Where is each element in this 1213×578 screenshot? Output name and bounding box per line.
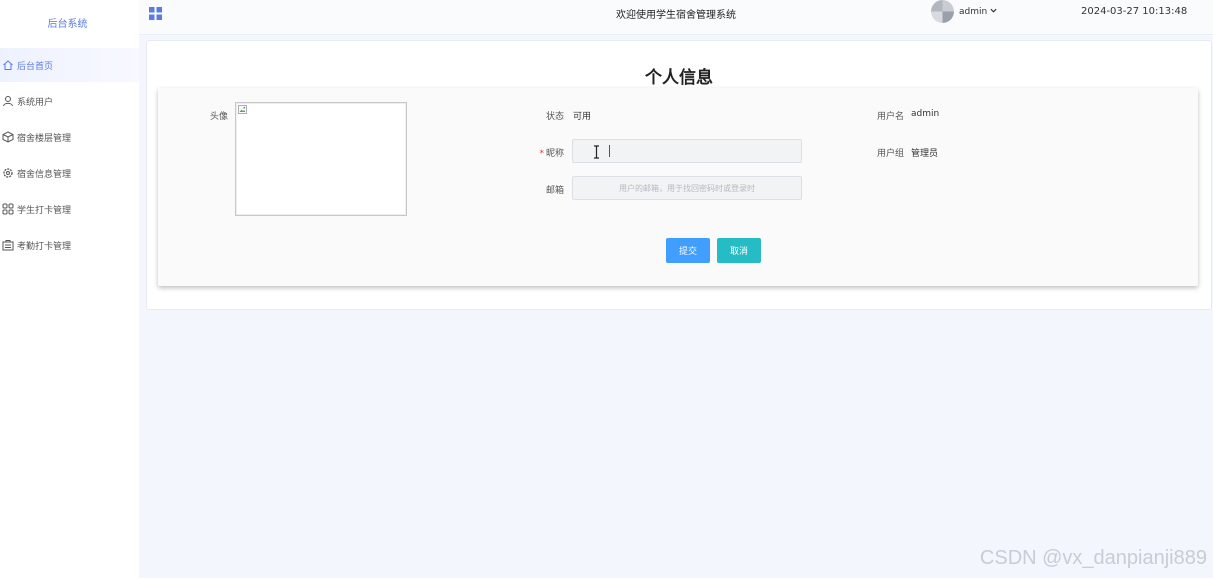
usergroup-label: 用户组 xyxy=(876,149,904,159)
usergroup-value: 管理员 xyxy=(911,149,939,159)
required-mark: * xyxy=(539,149,544,159)
avatar-upload[interactable] xyxy=(235,102,407,216)
sidebar-item-label: 宿舍信息管理 xyxy=(17,169,72,180)
sidebar-item-label: 后台首页 xyxy=(17,61,54,72)
sidebar-item-label: 系统用户 xyxy=(17,97,54,108)
text-cursor-icon xyxy=(594,145,599,159)
apps-icon xyxy=(2,203,14,215)
profile-card: 个人信息 头像 状态 可用 用户名 admin * 昵称 用户组 管理员 邮箱 … xyxy=(146,40,1212,310)
gear-icon xyxy=(2,167,14,179)
submit-button[interactable]: 提交 xyxy=(666,238,710,263)
sidebar-item-label: 宿舍楼层管理 xyxy=(17,133,72,144)
sidebar-item-label: 考勤打卡管理 xyxy=(17,241,72,252)
status-value: 可用 xyxy=(573,112,592,122)
cube-icon xyxy=(2,131,14,143)
broken-image-icon xyxy=(238,105,247,114)
avatar-label: 头像 xyxy=(209,112,228,122)
email-label: 邮箱 xyxy=(545,186,564,196)
app-logo[interactable]: 后台系统 xyxy=(0,15,135,30)
username-field-label: 用户名 xyxy=(876,112,904,122)
top-bar: 欢迎使用学生宿舍管理系统 admin 2024-03-27 10:13:48 xyxy=(139,0,1213,35)
watermark: CSDN @vx_danpianji889 xyxy=(979,547,1207,569)
chevron-down-icon xyxy=(990,7,997,17)
username-label: admin xyxy=(959,7,988,17)
nickname-label: * 昵称 xyxy=(514,146,564,159)
profile-form: 头像 状态 可用 用户名 admin * 昵称 用户组 管理员 邮箱 用户的邮箱… xyxy=(158,88,1198,286)
sidebar-item-label: 学生打卡管理 xyxy=(17,205,72,216)
cancel-button[interactable]: 取消 xyxy=(717,238,761,263)
sidebar-item-student-checkin[interactable]: 学生打卡管理 xyxy=(0,192,139,226)
sidebar: 后台系统 后台首页 系统用户 宿舍楼层管理 宿舍信息管理 学生打卡管理 考勤打卡… xyxy=(0,0,139,578)
sidebar-item-attendance[interactable]: 考勤打卡管理 xyxy=(0,228,139,262)
welcome-text: 欢迎使用学生宿舍管理系统 xyxy=(616,10,736,21)
nickname-label-text: 昵称 xyxy=(545,149,564,159)
user-dropdown[interactable]: admin xyxy=(959,7,997,17)
current-datetime: 2024-03-27 10:13:48 xyxy=(1081,6,1188,17)
sidebar-item-system-users[interactable]: 系统用户 xyxy=(0,84,139,118)
sidebar-item-dorm-floors[interactable]: 宿舍楼层管理 xyxy=(0,120,139,154)
nickname-input[interactable] xyxy=(572,139,802,163)
page-title: 个人信息 xyxy=(645,68,713,88)
clipboard-icon xyxy=(2,239,14,251)
home-icon xyxy=(2,59,14,71)
email-input[interactable]: 用户的邮箱，用于找回密码时或登录时 xyxy=(572,176,802,200)
username-value: admin xyxy=(911,109,940,119)
email-placeholder: 用户的邮箱，用于找回密码时或登录时 xyxy=(619,183,755,193)
avatar[interactable] xyxy=(931,0,954,23)
text-caret xyxy=(609,145,610,157)
sidebar-item-dorm-info[interactable]: 宿舍信息管理 xyxy=(0,156,139,190)
user-icon xyxy=(2,95,14,107)
sidebar-item-home[interactable]: 后台首页 xyxy=(0,48,139,82)
status-label: 状态 xyxy=(545,112,564,122)
